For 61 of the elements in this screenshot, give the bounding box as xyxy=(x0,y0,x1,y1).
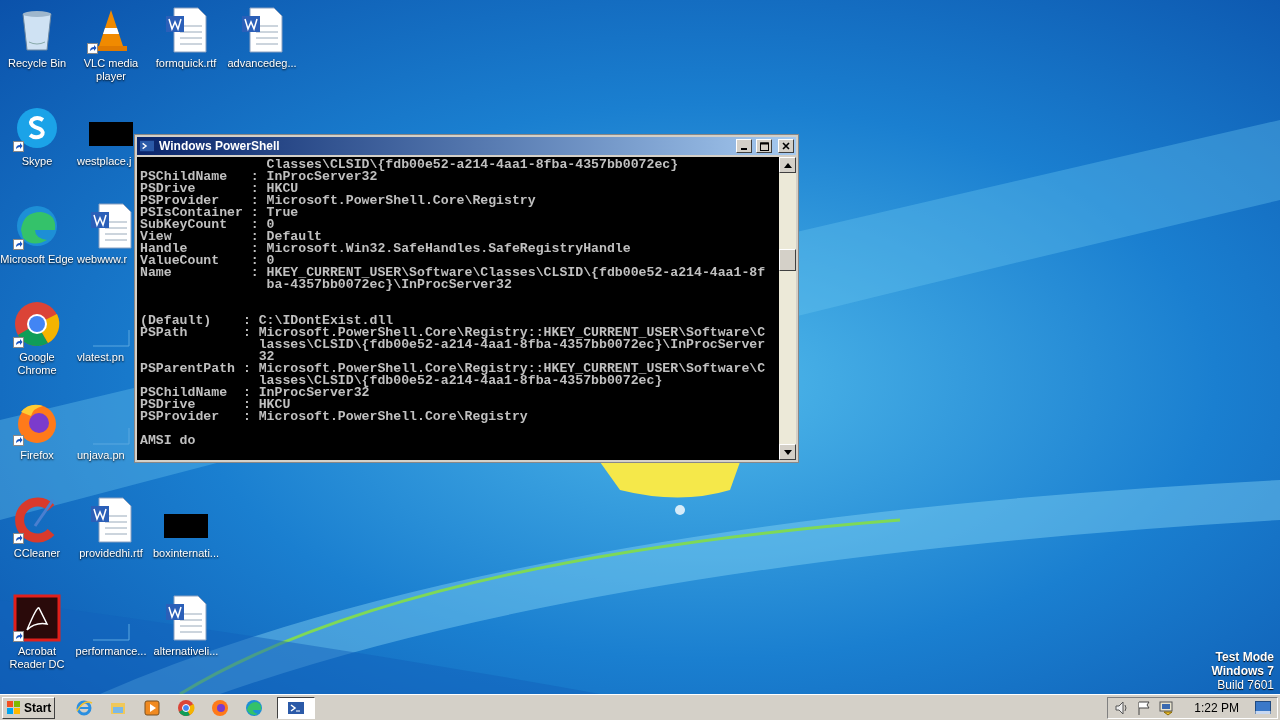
console-line: View : Default xyxy=(140,231,323,243)
flag-tray-icon[interactable] xyxy=(1136,699,1153,716)
console-line: 32 xyxy=(257,351,275,363)
scroll-down-icon[interactable] xyxy=(783,449,792,455)
console-line: PSProvider : Microsoft.PowerShell.Core\Registry xyxy=(140,411,528,423)
console-line: PSChildName : InProcServer32 xyxy=(140,171,378,183)
console-line: (Default) : C:\IDontExist.dll xyxy=(140,315,394,327)
system-notice: Windows 7 xyxy=(1211,664,1274,678)
powershell-icon xyxy=(139,139,155,153)
console-line: PSProvider : Microsoft.PowerShell.Core\Registry xyxy=(140,195,536,207)
show-desktop-icon[interactable] xyxy=(1255,700,1271,715)
console-line: PSParentPath : Microsoft.PowerShell.Core\Registry::HKEY_CURRENT_USER\Software\C xyxy=(140,363,766,375)
icon-label: Acrobat Reader DC xyxy=(8,645,66,671)
console-line: lasses\CLSID\{fdb00e52-a214-4aa1-8fba-4357bb0072ec}\InProcServer xyxy=(257,339,766,351)
icon-label: formquick.rtf xyxy=(155,57,217,70)
network-tray-icon[interactable] xyxy=(1158,699,1175,716)
console-line: ba-4357bb0072ec}\InProcServer32 xyxy=(265,279,512,291)
icon-label: webwww.r xyxy=(76,253,128,266)
console-line: Handle : Microsoft.Win32.SafeHandles.SafeRegistryHandle xyxy=(140,243,631,255)
close-icon xyxy=(782,142,790,150)
minimize-button[interactable] xyxy=(736,139,752,153)
scrollbar-thumb[interactable] xyxy=(779,249,796,271)
icon-label: boxinternati... xyxy=(152,547,219,560)
console-line: Name : HKEY_CURRENT_USER\Software\Classes\CLSID\{fdb00e52-a214-4aa1-8f xyxy=(140,267,766,279)
icon-label: Firefox xyxy=(20,449,54,462)
icon-label: westplace.j xyxy=(76,155,132,168)
maximize-icon xyxy=(759,141,769,151)
start-button[interactable]: Start xyxy=(2,696,56,719)
icon-label: alternativeli... xyxy=(153,645,219,658)
maximize-button[interactable] xyxy=(756,139,772,153)
icon-label: vlatest.pn xyxy=(76,351,125,364)
system-notice: Build 7601 xyxy=(1217,678,1274,692)
close-button[interactable] xyxy=(778,139,794,153)
scroll-up-icon[interactable] xyxy=(783,162,792,168)
icon-label: VLC media player xyxy=(82,57,140,83)
console-line: ValueCount : 0 xyxy=(140,255,275,267)
scrollbar[interactable] xyxy=(779,157,796,460)
icon-label: unjava.pn xyxy=(76,449,125,462)
chrome-icon[interactable] xyxy=(13,300,61,348)
console-line: PSIsContainer : True xyxy=(140,207,299,219)
icon-label: Skype xyxy=(21,155,53,168)
icon-label: Recycle Bin xyxy=(7,57,67,70)
window-title: Windows PowerShell xyxy=(159,138,281,155)
icon-label: performance... xyxy=(75,645,147,658)
console-line: Classes\CLSID\{fdb00e52-a214-4aa1-8fba-4357bb0072ec} xyxy=(265,159,679,171)
icon-label: Google Chrome xyxy=(16,351,58,377)
console-line: PSPath : Microsoft.PowerShell.Core\Registry::HKEY_CURRENT_USER\Software\C xyxy=(140,327,766,339)
powershell-taskbar-icon[interactable] xyxy=(277,696,316,719)
system-notice: Test Mode xyxy=(1215,650,1274,664)
console-line: PSDrive : HKCU xyxy=(140,183,299,195)
icon-label: CCleaner xyxy=(13,547,61,560)
prompt-line: AMSI do xyxy=(140,435,196,447)
console-line: lasses\CLSID\{fdb00e52-a214-4aa1-8fba-4357bb0072ec} xyxy=(257,375,663,387)
console-line: PSDrive : HKCU xyxy=(140,399,291,411)
start-logo-icon xyxy=(6,699,22,716)
icon-label: Microsoft Edge xyxy=(0,253,74,266)
acrobat-icon[interactable] xyxy=(13,594,61,642)
icon-label: advancedeg... xyxy=(227,57,297,70)
console-line: PSChildName : InProcServer32 xyxy=(140,387,370,399)
icon-label: providedhi.rtf xyxy=(79,547,143,560)
console-line: SubKeyCount : 0 xyxy=(140,219,275,231)
